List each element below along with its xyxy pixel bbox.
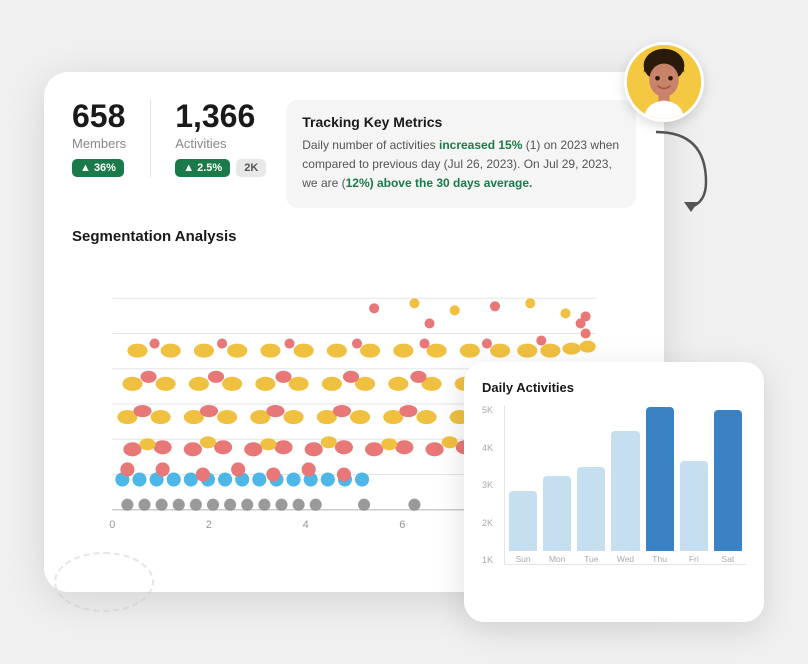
members-metric: 658 Members ▲ 36% [72,100,126,177]
bar-group-wed: Wed [611,431,639,564]
info-text: Daily number of activities increased 15%… [302,136,620,194]
svg-text:2: 2 [206,518,212,530]
members-badge: ▲ 36% [72,159,124,177]
bar-label-sat: Sat [722,554,735,564]
info-highlight-2: 12%) above the 30 days average. [346,176,533,190]
daily-title: Daily Activities [482,380,746,395]
bar-sat [714,410,742,551]
bar-chart-area: 1K 2K 3K 4K 5K Sun Mon Tue Wed Thu Fri Sat [482,405,746,565]
bar-label-tue: Tue [584,554,598,564]
bar-thu [646,407,674,551]
info-title: Tracking Key Metrics [302,114,620,130]
scene: 658 Members ▲ 36% 1,366 Activities ▲ 2.5… [44,42,764,622]
activities-metric: 1,366 Activities ▲ 2.5% 2K [150,100,266,177]
svg-text:6: 6 [399,518,405,530]
y-label-5k: 5K [482,405,498,415]
bar-label-thu: Thu [652,554,667,564]
bar-group-mon: Mon [543,476,571,564]
y-axis: 1K 2K 3K 4K 5K [482,405,504,565]
bar-fri [680,461,708,551]
y-label-1k: 1K [482,555,498,565]
svg-text:4: 4 [303,518,309,530]
members-value: 658 [72,100,126,132]
svg-text:0: 0 [109,518,115,530]
info-box: Tracking Key Metrics Daily number of act… [286,100,636,208]
members-badges: ▲ 36% [72,159,126,177]
activities-value: 1,366 [175,100,266,132]
metrics-row: 658 Members ▲ 36% 1,366 Activities ▲ 2.5… [72,100,636,208]
bar-sun [509,491,537,551]
bar-wed [611,431,639,551]
bar-group-tue: Tue [577,467,605,564]
bar-group-sat: Sat [714,410,742,564]
dashed-decoration [54,552,154,612]
segmentation-title: Segmentation Analysis [72,228,636,245]
activities-badges: ▲ 2.5% 2K [175,159,266,177]
bar-group-sun: Sun [509,491,537,564]
activities-label: Activities [175,136,266,151]
bar-group-thu: Thu [646,407,674,564]
avatar [624,42,704,122]
activities-badge-pct: ▲ 2.5% [175,159,230,177]
info-highlight-1: increased 15% [439,138,522,152]
bar-label-mon: Mon [549,554,566,564]
activities-badge-2k: 2K [236,159,266,177]
bars-area: Sun Mon Tue Wed Thu Fri Sat [504,405,746,565]
bar-tue [577,467,605,551]
arrow-icon [646,122,716,217]
bar-label-fri: Fri [689,554,699,564]
y-label-3k: 3K [482,480,498,490]
members-label: Members [72,136,126,151]
y-label-2k: 2K [482,518,498,528]
bar-label-sun: Sun [516,554,531,564]
bar-group-fri: Fri [680,461,708,564]
bar-mon [543,476,571,551]
bar-label-wed: Wed [617,554,634,564]
y-label-4k: 4K [482,443,498,453]
daily-activities-card: Daily Activities 1K 2K 3K 4K 5K Sun Mon Tu… [464,362,764,622]
